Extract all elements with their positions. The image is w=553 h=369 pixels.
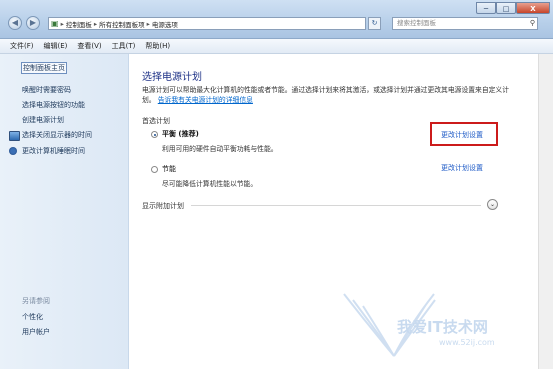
back-button[interactable]: ◀ xyxy=(8,16,22,30)
chevron-down-icon[interactable]: ⌄ xyxy=(487,199,498,210)
breadcrumb-item[interactable]: 所有控制面板项 xyxy=(99,19,145,29)
see-also-heading: 另请参阅 xyxy=(22,297,50,305)
sidebar-link-wake-password[interactable]: 唤醒时需要密码 xyxy=(22,85,71,95)
plan-balanced-name[interactable]: 平衡 (推荐) xyxy=(162,129,199,139)
plan-powersaver-name[interactable]: 节能 xyxy=(162,164,176,174)
close-button[interactable]: X xyxy=(516,2,550,14)
minimize-button[interactable]: ─ xyxy=(476,2,496,14)
sidebar: 控制面板主页 唤醒时需要密码 选择电源按钮的功能 创建电源计划 选择关闭显示器的… xyxy=(0,54,129,369)
plan-balanced-description: 利用可用的硬件自动平衡功耗与性能。 xyxy=(162,145,278,153)
menu-view[interactable]: 查看(V) xyxy=(77,41,101,51)
sidebar-link-power-buttons[interactable]: 选择电源按钮的功能 xyxy=(22,100,85,110)
forward-button[interactable]: ▶ xyxy=(26,16,40,30)
sidebar-link-user-accounts[interactable]: 用户帐户 xyxy=(22,327,50,337)
menu-file[interactable]: 文件(F) xyxy=(10,41,34,51)
watermark-url: www.52ij.com xyxy=(439,338,495,347)
refresh-icon[interactable]: ↻ xyxy=(368,17,381,30)
sidebar-home-link[interactable]: 控制面板主页 xyxy=(21,62,67,74)
scrollbar[interactable] xyxy=(538,54,553,369)
menu-help[interactable]: 帮助(H) xyxy=(145,41,170,51)
menu-bar: 文件(F) 编辑(E) 查看(V) 工具(T) 帮助(H) xyxy=(0,39,553,54)
search-icon[interactable]: ⚲ xyxy=(530,18,535,29)
main-content: 选择电源计划 电源计划可以帮助最大化计算机的性能或者节能。通过选择计划来将其激活… xyxy=(129,54,553,369)
breadcrumb-item[interactable]: 电源选项 xyxy=(152,19,178,29)
sidebar-link-sleep-time[interactable]: 更改计算机睡眠时间 xyxy=(22,146,85,156)
watermark: 我爱IT技术网 www.52ij.com xyxy=(339,286,549,366)
breadcrumb-item[interactable]: 控制面板 xyxy=(66,19,92,29)
window-title-bar: ◀ ▶ ▣ ▸ 控制面板 ▸ 所有控制面板项 ▸ 电源选项 ↻ 搜索控制面板 ⚲… xyxy=(0,0,553,39)
control-panel-icon: ▣ xyxy=(51,19,59,28)
plan-powersaver-description: 尽可能降低计算机性能以节能。 xyxy=(162,180,258,188)
plan-balanced-radio[interactable] xyxy=(151,131,158,138)
section-heading-preferred: 首选计划 xyxy=(142,117,170,125)
show-additional-plans[interactable]: 显示附加计划 xyxy=(142,201,184,211)
sidebar-link-display-off[interactable]: 选择关闭显示器的时间 xyxy=(22,130,92,140)
monitor-icon xyxy=(9,131,20,141)
address-bar[interactable]: ▣ ▸ 控制面板 ▸ 所有控制面板项 ▸ 电源选项 xyxy=(48,17,366,30)
divider xyxy=(191,205,481,206)
plan-powersaver-radio[interactable] xyxy=(151,166,158,173)
learn-more-link[interactable]: 告诉我有关电源计划的详细信息 xyxy=(158,96,253,104)
search-placeholder: 搜索控制面板 xyxy=(397,19,436,27)
sidebar-link-personalize[interactable]: 个性化 xyxy=(22,312,43,322)
sleep-icon xyxy=(9,147,17,155)
search-input[interactable]: 搜索控制面板 ⚲ xyxy=(392,17,538,30)
watermark-text: 我爱IT技术网 xyxy=(397,318,488,336)
sidebar-link-create-plan[interactable]: 创建电源计划 xyxy=(22,115,64,125)
change-plan-settings-link[interactable]: 更改计划设置 xyxy=(441,130,483,140)
menu-tools[interactable]: 工具(T) xyxy=(112,41,136,51)
maximize-button[interactable]: □ xyxy=(496,2,516,14)
menu-edit[interactable]: 编辑(E) xyxy=(44,41,68,51)
page-title: 选择电源计划 xyxy=(142,72,202,83)
page-description: 电源计划可以帮助最大化计算机的性能或者节能。通过选择计划来将其激活，或选择计划并… xyxy=(142,85,512,105)
change-plan-settings-link[interactable]: 更改计划设置 xyxy=(441,163,483,173)
